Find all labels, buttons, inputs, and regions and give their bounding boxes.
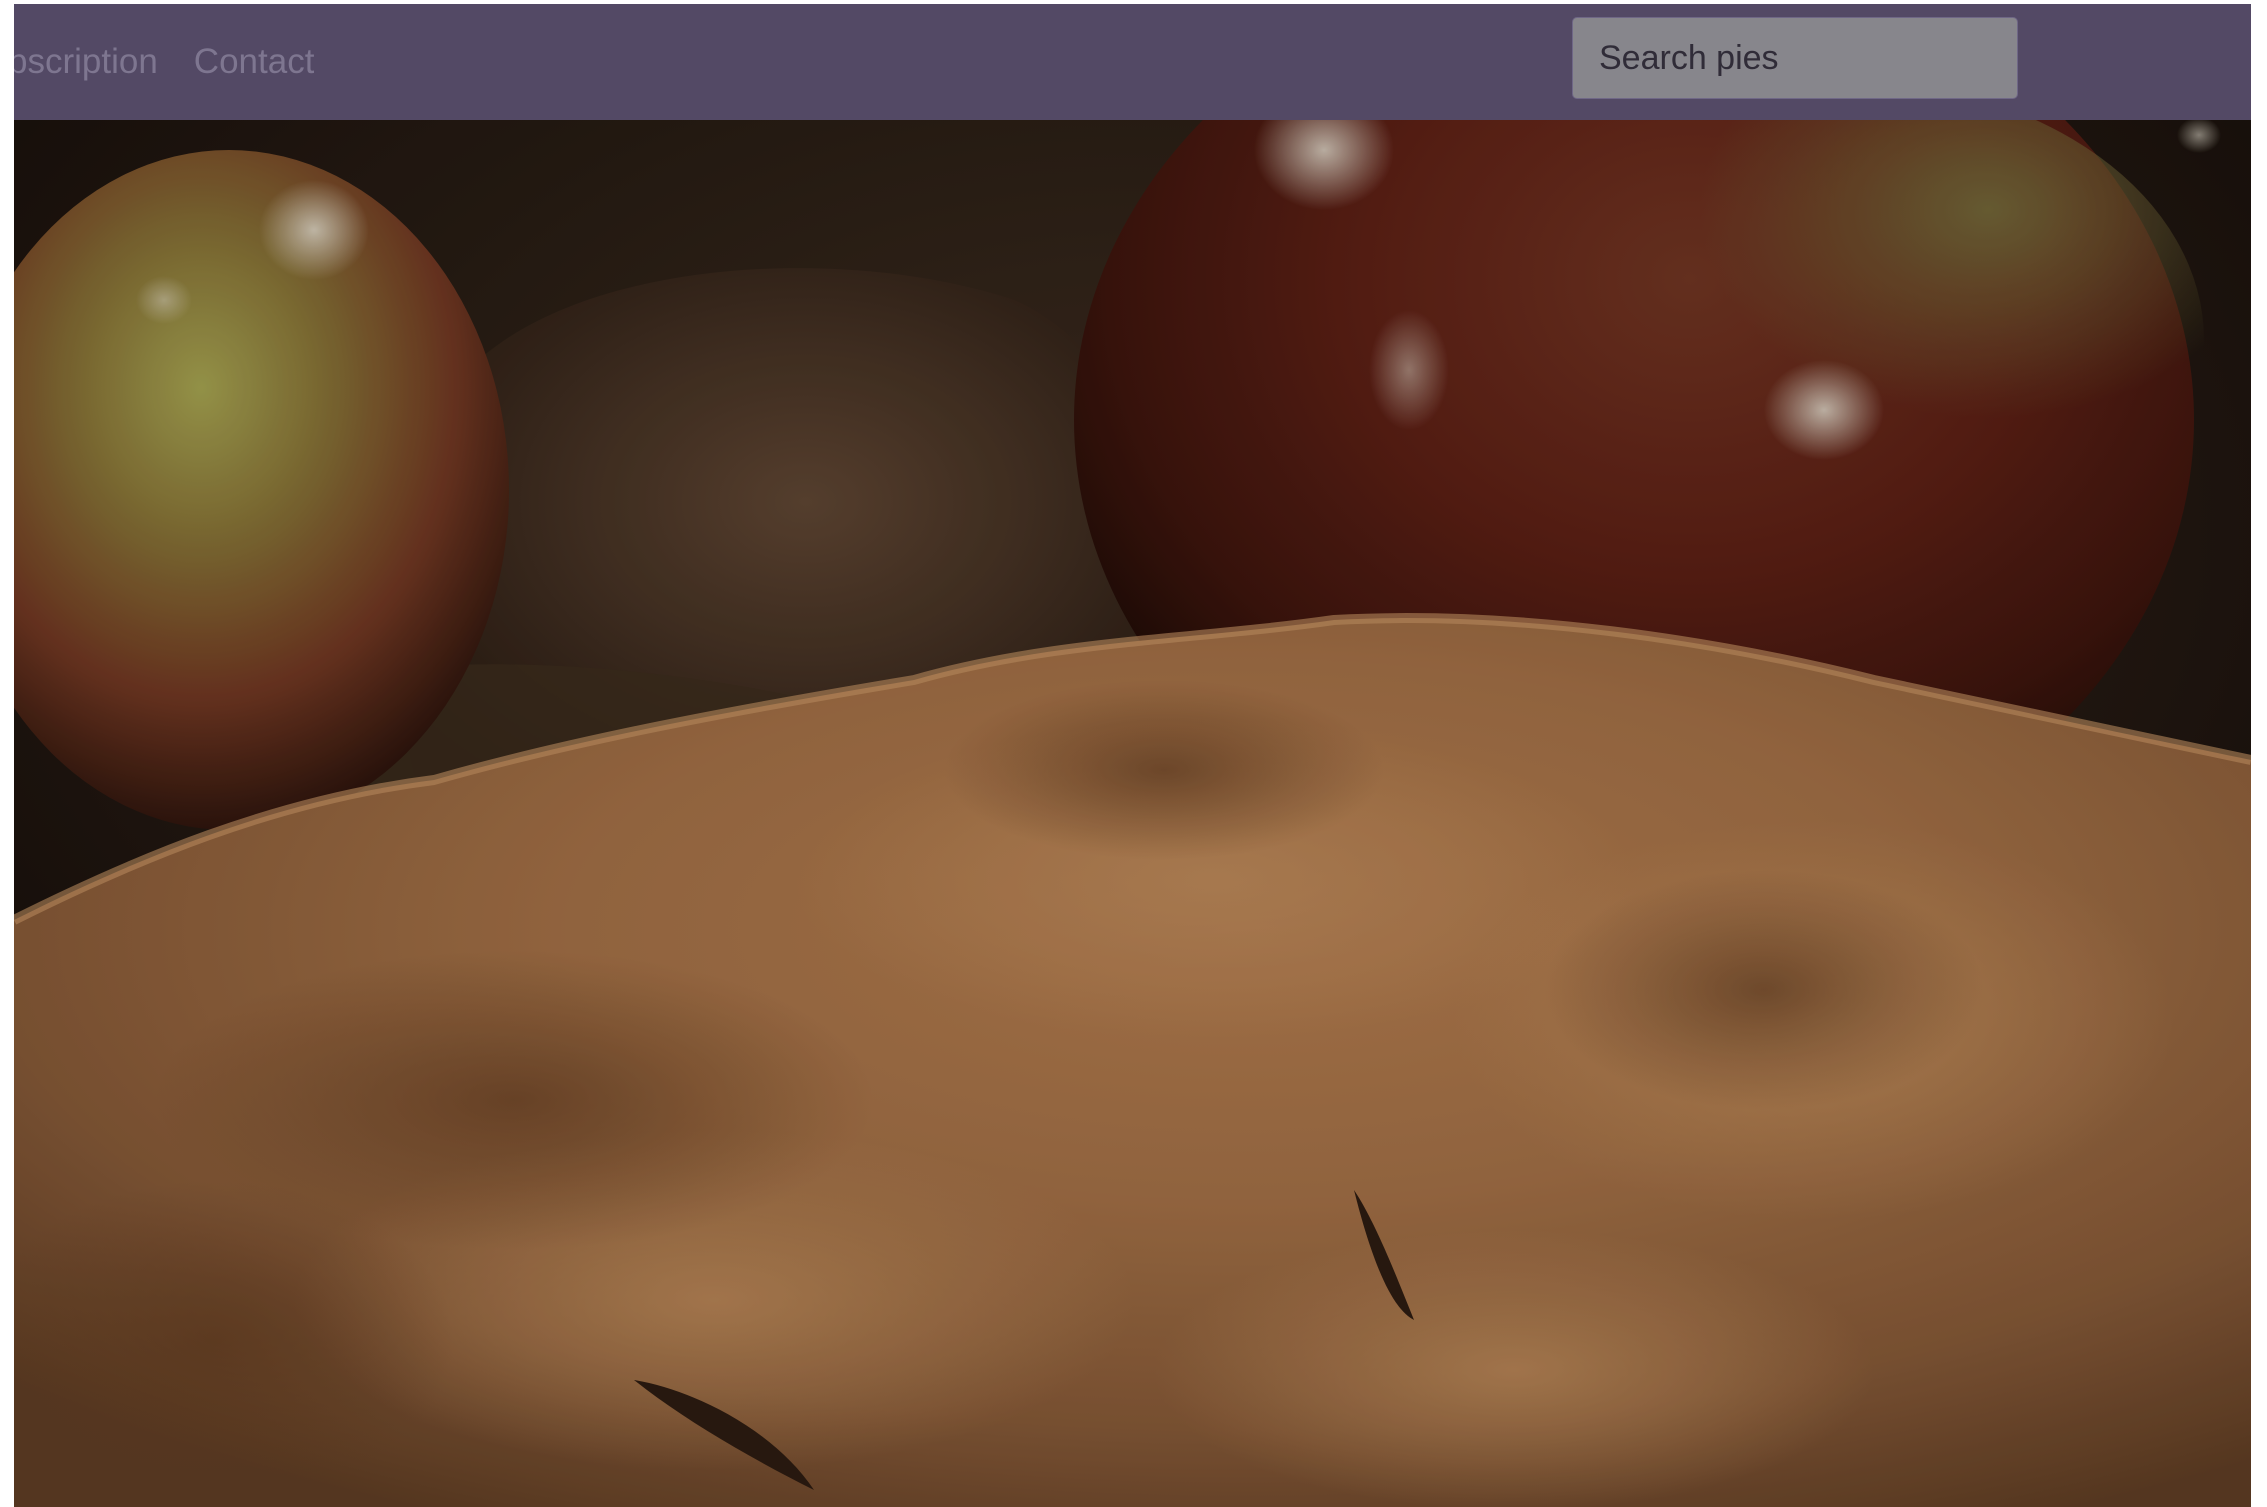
apple-pie-photo: [14, 120, 2251, 1507]
hero-image: [14, 120, 2251, 1507]
nav-link-contact[interactable]: Contact: [194, 42, 315, 82]
page-frame: bscription Contact: [14, 4, 2251, 1507]
nav-links: bscription Contact: [14, 4, 314, 120]
nav-link-subscription[interactable]: bscription: [14, 42, 158, 82]
top-navbar: bscription Contact: [14, 4, 2251, 120]
search-input[interactable]: [1572, 17, 2018, 99]
